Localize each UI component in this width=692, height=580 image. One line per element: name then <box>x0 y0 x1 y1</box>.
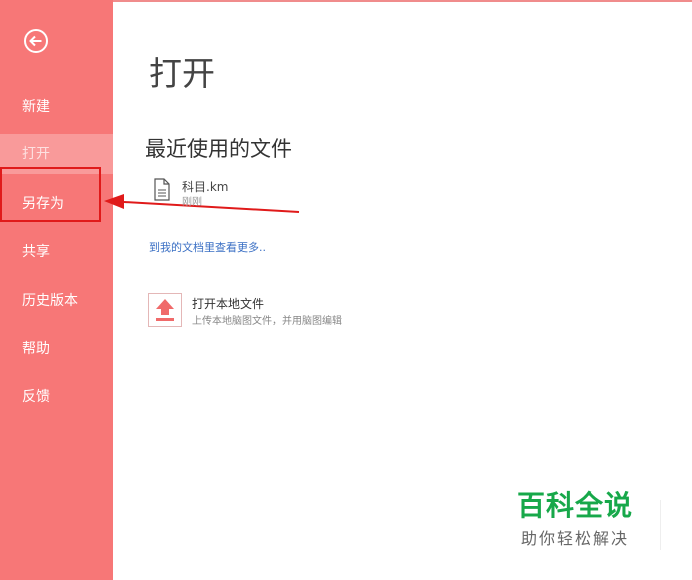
upload-icon <box>156 299 174 321</box>
sidebar-item-help[interactable]: 帮助 <box>0 329 113 369</box>
recent-file-time: 刚刚 <box>182 197 202 208</box>
back-button[interactable] <box>22 27 50 55</box>
watermark-title: 百科全说 <box>517 489 634 522</box>
annotation-highlight-box <box>0 167 101 222</box>
open-local-file-description: 上传本地脑图文件，并用脑图编辑 <box>192 316 342 327</box>
sidebar-item-label: 新建 <box>22 99 50 115</box>
sidebar-item-label: 历史版本 <box>22 293 78 309</box>
page-title: 打开 <box>149 54 215 93</box>
sidebar-item-share[interactable]: 共享 <box>0 232 113 272</box>
open-local-file-title: 打开本地文件 <box>192 297 265 311</box>
sidebar-item-history[interactable]: 历史版本 <box>0 281 113 321</box>
more-documents-link[interactable]: 到我的文档里查看更多.. <box>149 239 266 255</box>
watermark-subtitle: 助你轻松解决 <box>521 529 630 548</box>
sidebar: 新建 打开 另存为 共享 历史版本 帮助 反馈 <box>0 0 113 580</box>
sidebar-item-label: 反馈 <box>22 389 50 405</box>
divider <box>660 500 661 550</box>
sidebar-item-feedback[interactable]: 反馈 <box>0 377 113 417</box>
recent-files-heading: 最近使用的文件 <box>145 137 292 161</box>
watermark-logo: 百科全说 助你轻松解决 <box>517 489 633 549</box>
document-icon <box>154 178 170 201</box>
back-arrow-circle-icon <box>24 29 48 53</box>
sidebar-item-new[interactable]: 新建 <box>0 87 113 127</box>
upload-icon-frame <box>148 293 182 327</box>
sidebar-item-label: 共享 <box>22 244 50 260</box>
sidebar-item-label: 帮助 <box>22 341 50 357</box>
sidebar-item-label: 打开 <box>22 146 50 162</box>
